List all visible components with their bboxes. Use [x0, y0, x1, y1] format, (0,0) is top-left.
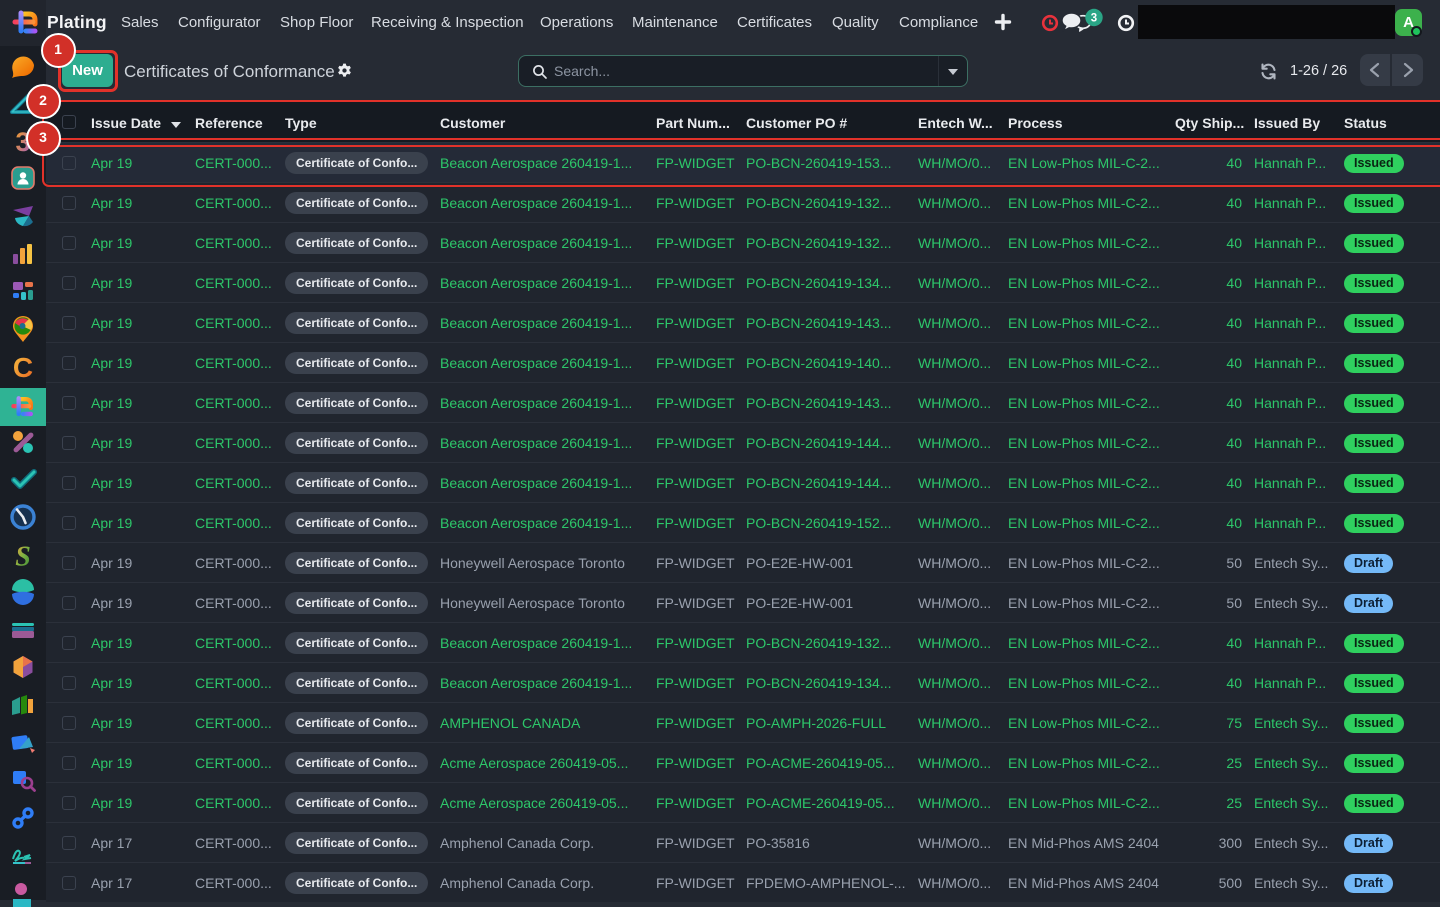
- svg-text:C: C: [13, 353, 33, 381]
- svg-text:S: S: [15, 541, 31, 569]
- svg-text:3: 3: [1091, 13, 1097, 25]
